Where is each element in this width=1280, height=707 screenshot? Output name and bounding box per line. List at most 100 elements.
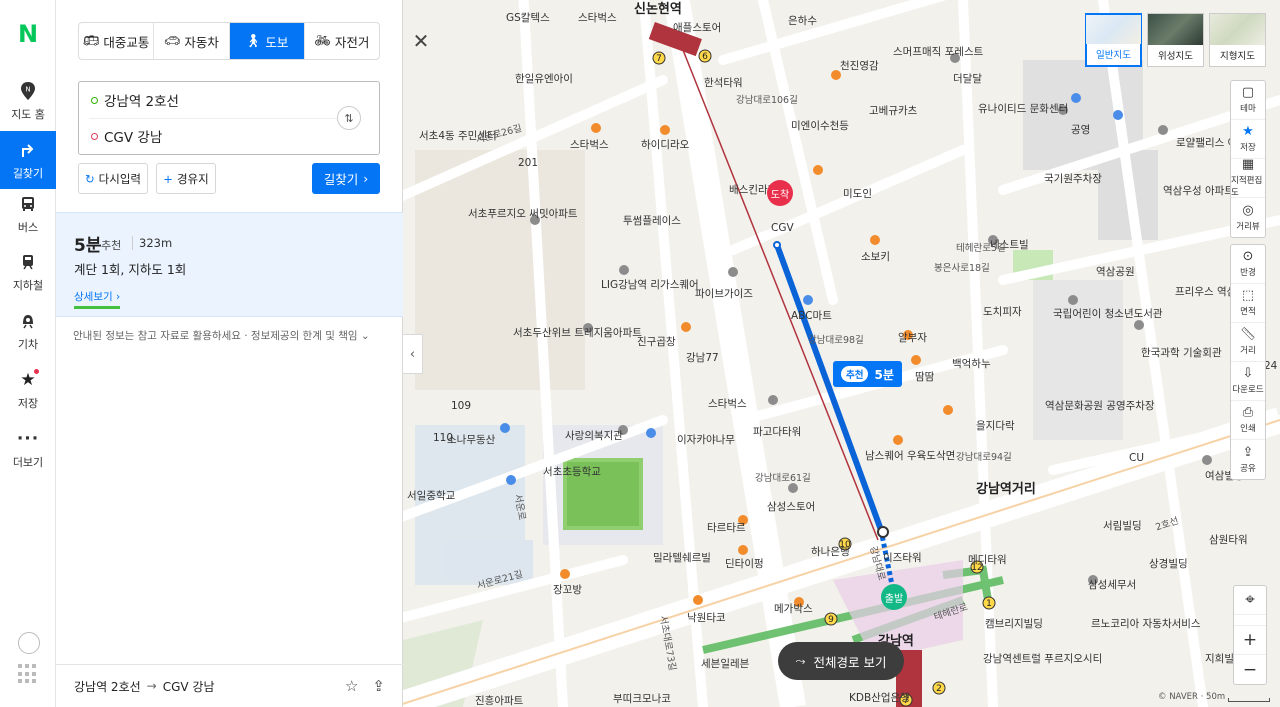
map-label: 백억하누 [952,358,991,370]
route-icon: ⤳ [795,653,806,668]
bus-icon: 🚌︎ [82,33,100,49]
nav-item-train[interactable]: 기차 [0,302,56,360]
map-label: 한국과학 기술회관 [1141,347,1222,359]
map-label: 타르타르 [707,522,746,534]
map-label: 스머프매직 포레스트 [893,46,984,58]
share-button[interactable]: ⇪ 공유 [1231,440,1265,479]
map-toolbar: ▢ 테마 ★ 저장 ▦ 지적편집도 ◎ 거리뷰 [1230,80,1266,238]
distance-button[interactable]: 📏︎ 거리 [1231,323,1265,362]
area-icon: ⬚ [1241,288,1255,303]
route-time-tag[interactable]: 추천 5분 [833,361,902,387]
map-label: 삼원타워 [1209,534,1248,546]
map-type-selector: 일반지도 위성지도 지형지도 [1085,13,1266,67]
map-canvas[interactable]: 6 7 10 12 1 9 2 7 신논현역 GS칼텍스 스타벅스 애플스토어 … [403,0,1280,707]
map-type-normal[interactable]: 일반지도 [1085,13,1142,67]
road-label: 강남대로106길 [736,95,798,106]
map-label: 고베규카츠 [869,105,918,117]
copyright: © NAVER · 50m [1158,692,1226,702]
map-label: 스타벅스 [708,398,747,410]
nav-item-subway[interactable]: 지하철 [0,243,56,301]
share-icon[interactable]: ⇪ [372,677,385,695]
nav-label: 더보기 [12,456,44,469]
map-label: 서일중학교 [407,490,456,502]
tab-walk[interactable]: 🚶︎ 도보 [229,23,305,59]
collapse-panel-icon[interactable]: ‹ [403,334,423,374]
map-label: 남스퀘어 우육도삭면 [865,450,956,462]
map-label: 하이디라오 [641,139,690,151]
star-icon: ★ [17,369,39,391]
map-label: 파고다타워 [753,426,802,438]
map-label: 낙원타코 [687,612,726,624]
map-type-satellite[interactable]: 위성지도 [1147,13,1204,67]
map-label: 투썸플레이스 [623,215,681,227]
footer-origin: 강남역 2호선 [74,679,141,694]
download-button[interactable]: ⇩ 다운로드 [1231,362,1265,401]
print-button[interactable]: ⎙ 인쇄 [1231,401,1265,440]
left-nav: N N 지도 홈 길찾기 버스 지하철 기차 ★ 저장 ··· 더보기 [0,0,56,707]
origin-dot-icon [91,96,98,104]
nav-item-directions[interactable]: 길찾기 [0,131,56,189]
map-label: 강남77 [686,352,719,364]
map-label: 세븐일레븐 [701,658,750,670]
app-grid-icon[interactable] [18,664,38,684]
walk-icon: 🚶︎ [244,33,262,49]
search-route-button[interactable]: 길찾기 › [312,163,380,194]
ruler-icon: 📏︎ [1239,327,1257,342]
map-label: 공영 [1071,124,1091,136]
nav-item-more[interactable]: ··· 더보기 [0,420,56,478]
map-pin-icon: N [17,80,39,102]
nav-item-bus[interactable]: 버스 [0,185,56,243]
panel-footer: 강남역 2호선 → CGV 강남 ☆ ⇪ [56,664,403,707]
zoom-out-icon[interactable]: − [1234,655,1266,684]
directions-panel: 🚌︎ 대중교통 🚗︎ 자동차 🚶︎ 도보 🚲︎ 자전거 강남역 2호선 CGV 강남 ⇅… [56,0,403,707]
map-label: 이자카야나무 [677,434,735,446]
nav-label: 버스 [17,221,39,234]
full-route-button[interactable]: ⤳ 전체경로 보기 [778,642,904,680]
route-result-card[interactable]: 5분 추천 323m 계단 1회, 지하도 1회 상세보기 › [56,212,403,317]
map-label: 201 [518,157,539,169]
nav-item-saved[interactable]: ★ 저장 [0,361,56,419]
map-label: 한일유엔아이 [515,73,573,85]
plus-icon: + [163,171,173,186]
origin-field[interactable]: 강남역 2호선 [79,82,339,118]
map-label: 알부자 [898,332,927,344]
map-label: 삼성스토어 [767,501,816,513]
tab-car[interactable]: 🚗︎ 자동차 [154,23,230,59]
radius-icon: ⊙ [1242,249,1254,264]
map-type-terrain[interactable]: 지형지도 [1209,13,1266,67]
close-icon[interactable]: ✕ [404,22,438,60]
tab-bike[interactable]: 🚲︎ 자전거 [305,23,379,59]
bookmark-star-icon[interactable]: ☆ [345,677,358,695]
map-label: LIG강남역 리가스퀘어 [601,279,699,291]
cadastral-button[interactable]: ▦ 지적편집도 [1231,158,1265,198]
swap-icon[interactable]: ⇅ [337,106,361,130]
add-waypoint-button[interactable]: + 경유지 [156,163,216,194]
nav-item-map-home[interactable]: N 지도 홈 [0,72,56,130]
area-button[interactable]: ⬚ 면적 [1231,284,1265,323]
radius-button[interactable]: ⊙ 반경 [1231,245,1265,284]
tab-transit[interactable]: 🚌︎ 대중교통 [79,23,155,59]
street-view-button[interactable]: ◎ 거리뷰 [1231,198,1265,237]
start-pin[interactable]: 출발 [881,584,907,610]
destination-field[interactable]: CGV 강남 [79,118,339,154]
map-label: 파이브가이즈 [695,288,753,300]
map-label: 메디타워 [968,554,1007,566]
scale-bar [1228,698,1270,702]
map-label: 스타벅스 [578,12,617,24]
reset-button[interactable]: ↻ 다시입력 [78,163,148,194]
nav-label: 지하철 [12,279,44,292]
zoom-in-icon[interactable]: + [1234,626,1266,655]
map-label: 사랑의복지관 [565,430,623,442]
destination-pin[interactable]: 도착 [767,180,793,206]
locate-me-icon[interactable]: ⌖ [1234,586,1266,615]
road-label: 강남대로94길 [956,452,1012,463]
save-button[interactable]: ★ 저장 [1231,120,1265,159]
user-avatar-icon[interactable] [18,632,40,654]
disclaimer-text[interactable]: 안내된 정보는 참고 자료로 활용하세요 · 정보제공의 한계 및 책임 ⌄ [73,328,370,343]
naver-logo[interactable]: N [0,0,56,68]
map-label: 은하수 [788,15,817,27]
car-icon: 🚗︎ [163,33,181,49]
road-label: 강남대로98길 [808,335,864,346]
theme-button[interactable]: ▢ 테마 [1231,81,1265,120]
detail-link[interactable]: 상세보기 › [74,287,121,309]
